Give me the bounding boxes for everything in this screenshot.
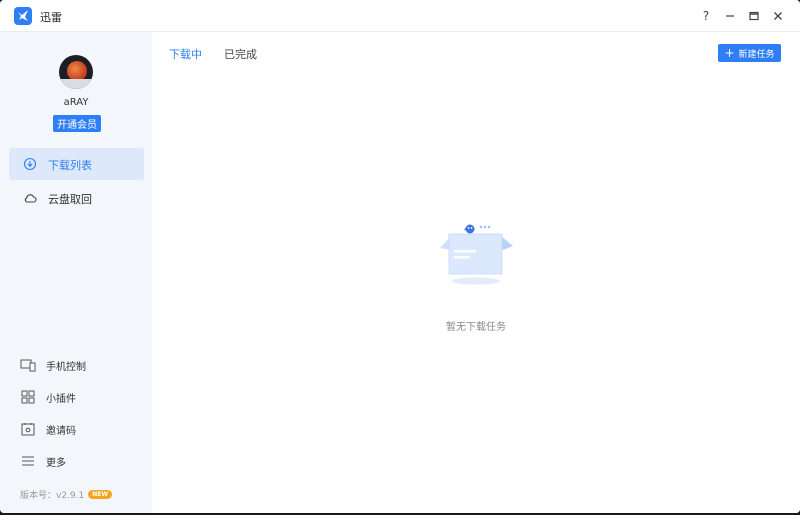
version-text: 版本号：v2.9.1 xyxy=(20,491,85,501)
main-content: 下载中 已完成 + 新建任务 暂无下载任务 xyxy=(152,32,800,513)
minimize-button[interactable] xyxy=(722,8,738,24)
empty-state-text: 暂无下载任务 xyxy=(446,322,506,333)
cloud-icon xyxy=(23,191,37,205)
sidebar-item-label: 更多 xyxy=(46,457,66,469)
username: aRAY xyxy=(63,97,89,108)
close-button[interactable] xyxy=(770,8,786,24)
sidebar-item-label: 邀请码 xyxy=(46,425,76,437)
devices-icon xyxy=(20,357,36,373)
sidebar-item-label: 云盘取回 xyxy=(48,193,92,206)
new-badge: NEW xyxy=(88,490,112,499)
plus-icon: + xyxy=(724,46,735,60)
sidebar-item-label: 手机控制 xyxy=(46,361,86,373)
avatar-image xyxy=(67,61,87,81)
new-task-button[interactable]: + 新建任务 xyxy=(718,44,781,62)
download-circle-icon xyxy=(23,157,37,171)
tab-downloading[interactable]: 下载中 xyxy=(169,46,202,62)
thunder-logo-icon xyxy=(14,7,32,25)
sidebar-item-plugins[interactable]: 小插件 xyxy=(20,388,76,406)
sidebar-item-invite-code[interactable]: 邀请码 xyxy=(20,420,76,438)
empty-box-illustration xyxy=(437,220,517,291)
sidebar: aRAY 开通会员 下载列表 云盘取回 手机控制 小插件 邀请码 更多 版本号：… xyxy=(0,32,152,513)
avatar-band xyxy=(59,79,93,89)
avatar[interactable] xyxy=(59,55,93,89)
menu-icon xyxy=(20,453,36,469)
sidebar-item-label: 下载列表 xyxy=(48,159,92,172)
sidebar-item-download-list[interactable]: 下载列表 xyxy=(9,148,144,180)
sidebar-item-label: 小插件 xyxy=(46,393,76,405)
tab-completed[interactable]: 已完成 xyxy=(224,46,257,62)
sidebar-item-phone-control[interactable]: 手机控制 xyxy=(20,356,86,374)
version-info: 版本号：v2.9.1 NEW xyxy=(20,488,112,501)
sidebar-item-cloud-retrieve[interactable]: 云盘取回 xyxy=(9,182,144,214)
app-window: 迅雷 ? aRAY 开通会员 下载列表 云盘取回 手机控制 小插件 邀请码 更多… xyxy=(0,0,800,513)
title-bar: 迅雷 ? xyxy=(0,0,800,32)
help-button[interactable]: ? xyxy=(698,8,714,24)
grid-icon xyxy=(20,389,36,405)
sidebar-item-more[interactable]: 更多 xyxy=(20,452,66,470)
invite-icon xyxy=(20,421,36,437)
app-title: 迅雷 xyxy=(40,11,62,24)
new-task-label: 新建任务 xyxy=(738,49,775,60)
maximize-button[interactable] xyxy=(746,8,762,24)
vip-button[interactable]: 开通会员 xyxy=(53,115,101,132)
